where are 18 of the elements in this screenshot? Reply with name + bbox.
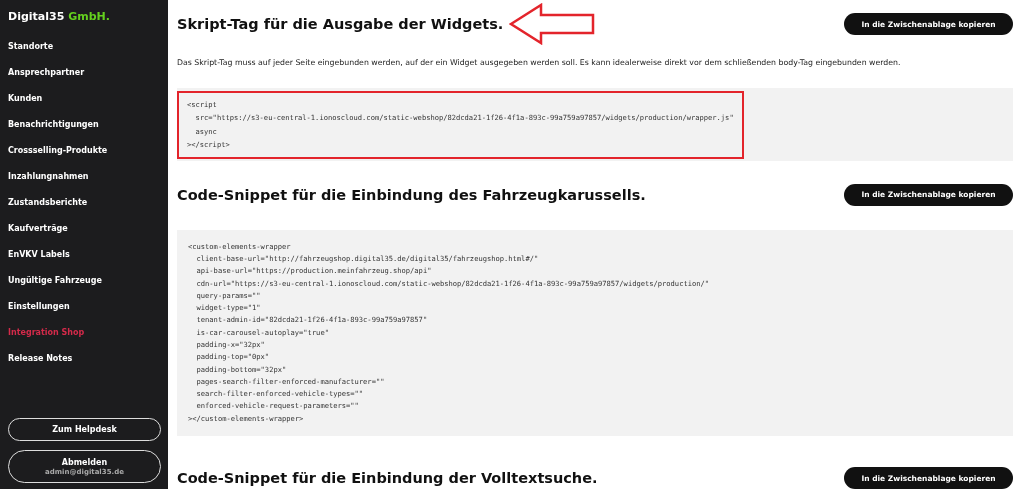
section-title: Skript-Tag für die Ausgabe der Widgets. [177, 16, 504, 32]
nav-item[interactable]: EnVKV Labels [8, 249, 70, 275]
nav-item[interactable]: Benachrichtigungen [8, 119, 99, 145]
nav-item[interactable]: Crossselling-Produkte [8, 145, 108, 171]
nav-item[interactable]: Kaufverträge [8, 223, 68, 249]
nav-item[interactable]: Kunden [8, 93, 43, 119]
section-title: Code-Snippet für die Einbindung des Fahrzeugkarussells. [177, 186, 646, 203]
nav-item[interactable]: Standorte [8, 41, 54, 67]
nav-item[interactable]: Ansprechpartner [8, 67, 85, 93]
nav-item[interactable]: Release Notes [8, 353, 73, 379]
nav-item[interactable]: Integration Shop [8, 327, 85, 353]
logout-label: Abmelden [61, 457, 108, 467]
nav-item[interactable]: Inzahlungnahmen [8, 171, 89, 197]
nav-item[interactable]: Einstellungen [8, 301, 70, 327]
logo: Digital35 GmbH. [8, 10, 110, 23]
nav-item[interactable]: Zustandsberichte [8, 197, 88, 223]
nav-item[interactable]: Ungültige Fahrzeuge [8, 275, 102, 301]
section-title: Code-Snippet für die Einbindung der Volltextsuche. [177, 470, 598, 487]
